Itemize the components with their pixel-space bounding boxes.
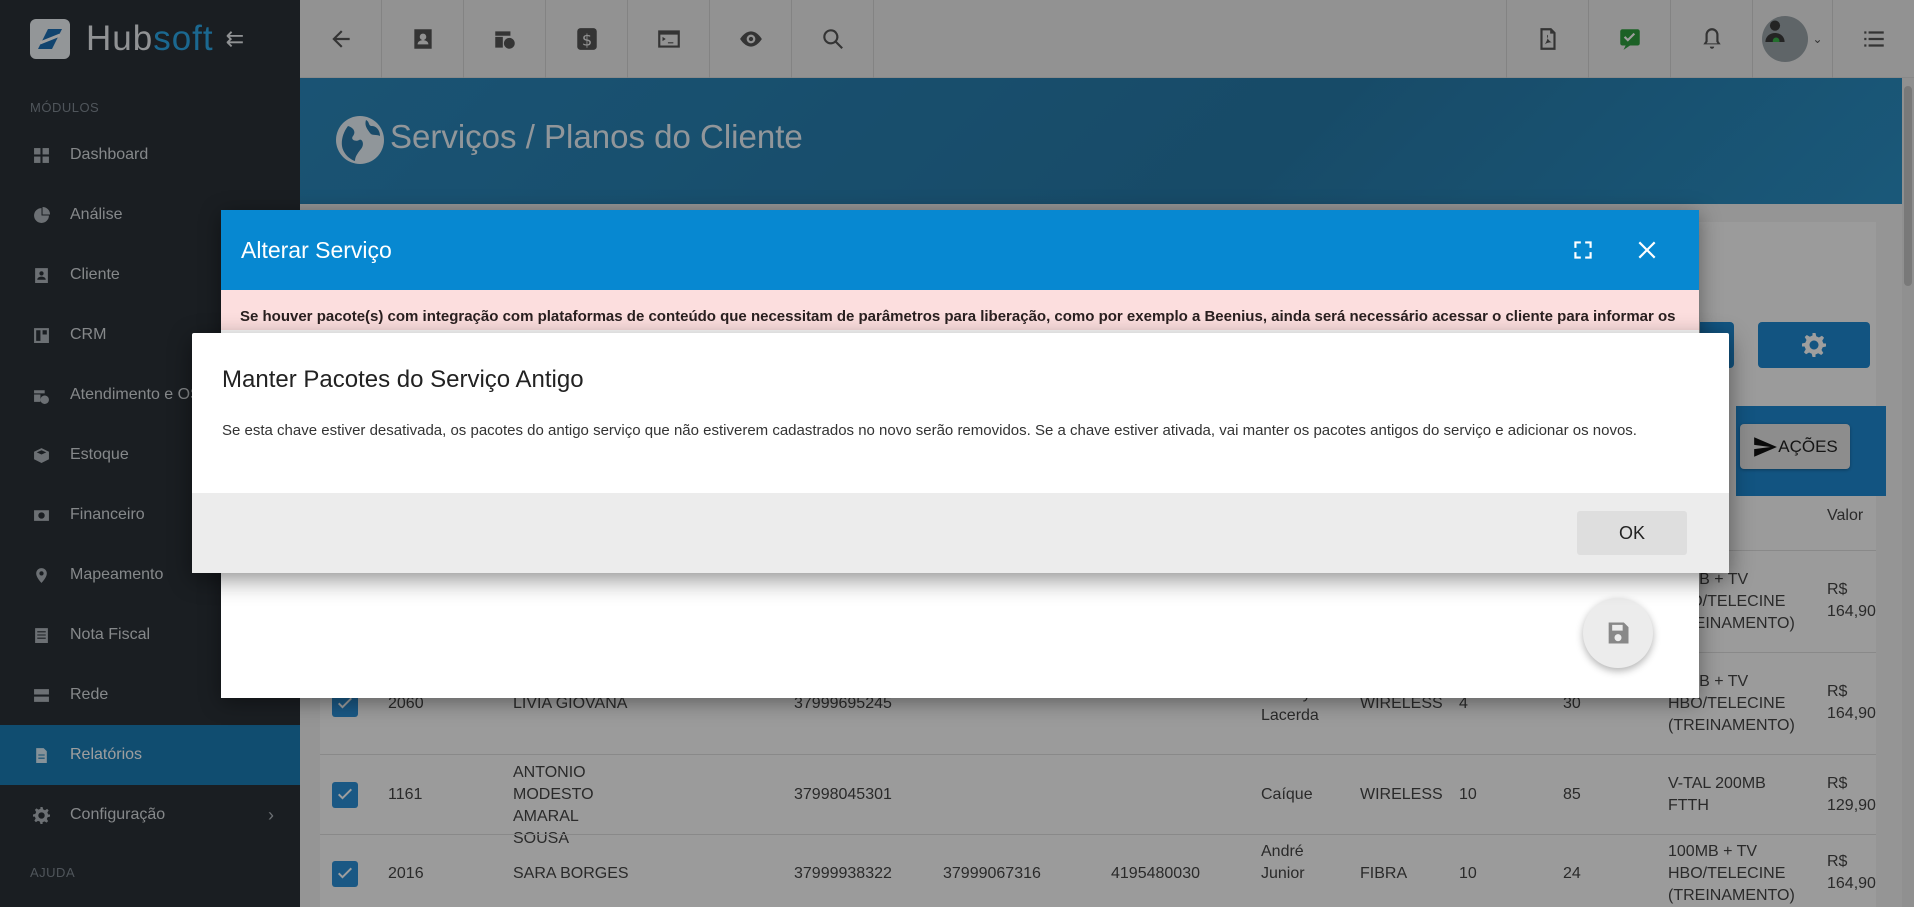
modal-header: Alterar Serviço bbox=[221, 210, 1699, 290]
manter-pacotes-dialog: Manter Pacotes do Serviço Antigo Se esta… bbox=[192, 333, 1729, 573]
integration-alert: Se houver pacote(s) com integração com p… bbox=[221, 290, 1699, 330]
modal-title: Alterar Serviço bbox=[241, 236, 392, 263]
dialog-title: Manter Pacotes do Serviço Antigo bbox=[222, 366, 584, 393]
dialog-body: Se esta chave estiver desativada, os pac… bbox=[222, 422, 1637, 439]
close-button[interactable] bbox=[1615, 237, 1679, 263]
ok-button[interactable]: OK bbox=[1577, 511, 1687, 555]
save-button[interactable] bbox=[1583, 598, 1653, 668]
save-icon bbox=[1608, 622, 1629, 644]
fullscreen-icon bbox=[1574, 241, 1592, 259]
fullscreen-button[interactable] bbox=[1551, 237, 1615, 263]
close-icon bbox=[1638, 241, 1656, 259]
dialog-footer: OK bbox=[192, 493, 1729, 573]
